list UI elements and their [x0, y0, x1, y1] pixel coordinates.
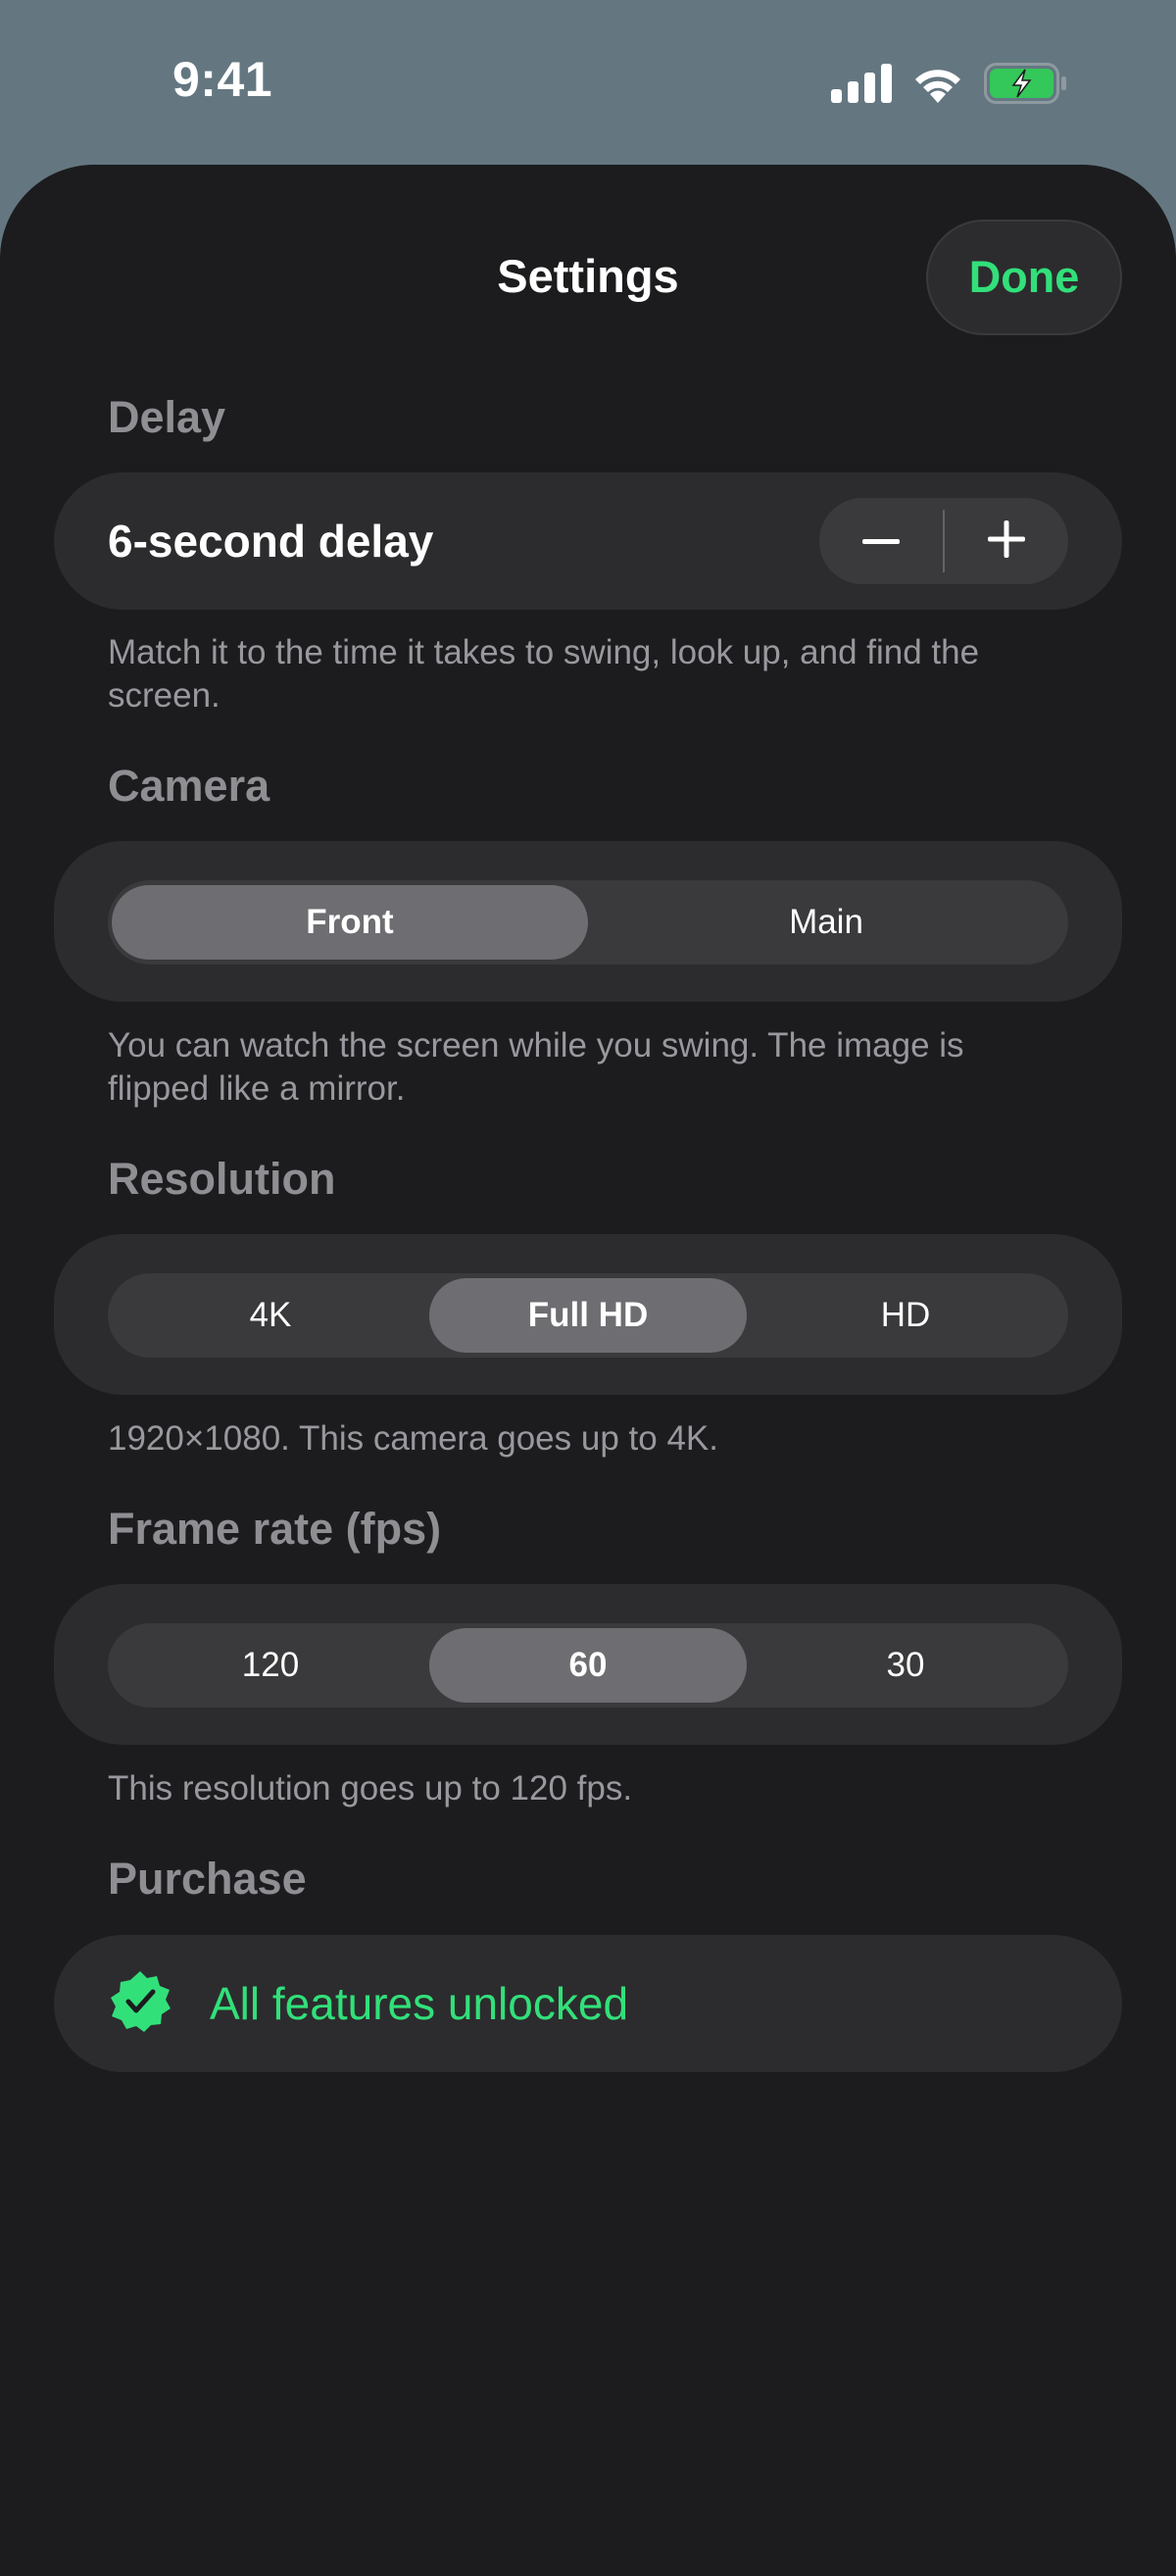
checkmark-seal-icon — [108, 1969, 172, 2039]
delay-card: 6-second delay — [54, 472, 1122, 610]
camera-segmented-control: Front Main — [108, 880, 1068, 965]
delay-stepper — [819, 498, 1068, 584]
decrement-button[interactable] — [819, 498, 943, 584]
purchase-status-row: All features unlocked — [108, 1935, 628, 2072]
camera-footnote: You can watch the screen while you swing… — [108, 1026, 964, 1108]
section-header-camera: Camera — [108, 761, 270, 811]
resolution-footnote: 1920×1080. This camera goes up to 4K. — [108, 1419, 718, 1458]
status-time: 9:41 — [172, 52, 273, 107]
delay-footnote: Match it to the time it takes to swing, … — [108, 633, 980, 715]
segment-60[interactable]: 60 — [429, 1628, 747, 1703]
done-button[interactable]: Done — [926, 220, 1122, 335]
purchase-card: All features unlocked — [54, 1935, 1122, 2072]
frame-rate-card: 120 60 30 — [54, 1584, 1122, 1745]
segment-front[interactable]: Front — [112, 885, 588, 960]
frame-rate-segmented-control: 120 60 30 — [108, 1623, 1068, 1708]
segment-full-hd[interactable]: Full HD — [429, 1278, 747, 1353]
resolution-card: 4K Full HD HD — [54, 1234, 1122, 1395]
segment-main[interactable]: Main — [588, 885, 1064, 960]
increment-button[interactable] — [945, 498, 1068, 584]
section-header-purchase: Purchase — [108, 1854, 307, 1904]
cellular-signal-icon — [831, 64, 892, 103]
minus-icon — [862, 532, 900, 550]
section-header-delay: Delay — [108, 392, 226, 442]
segment-4k[interactable]: 4K — [112, 1278, 429, 1353]
delay-value-label: 6-second delay — [108, 516, 434, 567]
camera-card: Front Main — [54, 841, 1122, 1002]
segment-30[interactable]: 30 — [747, 1628, 1064, 1703]
section-header-resolution: Resolution — [108, 1154, 336, 1204]
wifi-icon — [911, 64, 964, 103]
resolution-segmented-control: 4K Full HD HD — [108, 1273, 1068, 1358]
purchase-status-label: All features unlocked — [210, 1978, 629, 2029]
status-icons — [831, 63, 1068, 104]
section-header-frame-rate: Frame rate (fps) — [108, 1504, 442, 1554]
frame-rate-footnote: This resolution goes up to 120 fps. — [108, 1769, 633, 1808]
segment-hd[interactable]: HD — [747, 1278, 1064, 1353]
segment-120[interactable]: 120 — [112, 1628, 429, 1703]
plus-icon — [988, 520, 1025, 563]
status-bar: 9:41 — [0, 0, 1176, 167]
battery-charging-icon — [984, 63, 1068, 104]
